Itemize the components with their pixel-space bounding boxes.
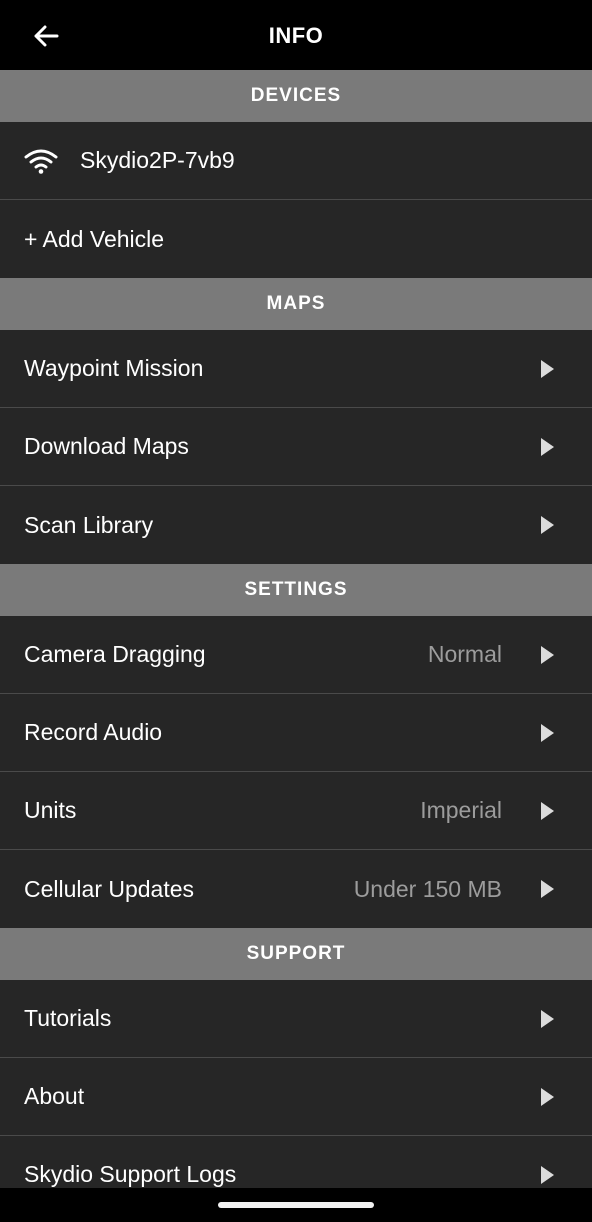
cellular-updates-value: Under 150 MB	[353, 875, 502, 902]
chevron-right-icon	[541, 1087, 554, 1106]
section-header-devices: DEVICES	[0, 70, 592, 122]
cellular-updates-label: Cellular Updates	[24, 875, 195, 902]
scan-library-row[interactable]: Scan Library	[0, 486, 592, 564]
tutorials-row[interactable]: Tutorials	[0, 980, 592, 1058]
support-logs-row[interactable]: Skydio Support Logs	[0, 1136, 592, 1188]
chevron-right-icon	[541, 880, 554, 898]
chevron-right-icon	[541, 1165, 554, 1184]
support-logs-label: Skydio Support Logs	[24, 1161, 237, 1187]
camera-dragging-row[interactable]: Camera Dragging Normal	[0, 616, 592, 694]
units-row[interactable]: Units Imperial	[0, 772, 592, 850]
waypoint-mission-row[interactable]: Waypoint Mission	[0, 330, 592, 408]
chevron-right-icon	[541, 1009, 554, 1028]
camera-dragging-value: Normal	[427, 641, 502, 667]
units-label: Units	[24, 797, 77, 823]
add-vehicle-button[interactable]: + Add Vehicle	[0, 200, 592, 278]
section-header-maps: MAPS	[0, 278, 592, 330]
home-indicator[interactable]	[218, 1202, 374, 1208]
top-app-bar: INFO	[0, 0, 592, 70]
page-title: INFO	[268, 23, 324, 48]
scan-library-label: Scan Library	[24, 511, 154, 538]
chevron-right-icon	[541, 516, 554, 534]
chevron-right-icon	[541, 359, 554, 378]
device-row[interactable]: Skydio2P-7vb9	[0, 122, 592, 200]
device-name: Skydio2P-7vb9	[80, 147, 235, 173]
wifi-icon	[24, 146, 58, 176]
chevron-right-icon	[541, 723, 554, 742]
system-navigation-bar	[0, 1188, 592, 1222]
tutorials-label: Tutorials	[24, 1005, 112, 1031]
record-audio-row[interactable]: Record Audio	[0, 694, 592, 772]
about-row[interactable]: About	[0, 1058, 592, 1136]
chevron-right-icon	[541, 437, 554, 456]
section-header-settings: SETTINGS	[0, 564, 592, 616]
download-maps-label: Download Maps	[24, 433, 189, 459]
record-audio-label: Record Audio	[24, 719, 163, 745]
cellular-updates-row[interactable]: Cellular Updates Under 150 MB	[0, 850, 592, 928]
waypoint-mission-label: Waypoint Mission	[24, 355, 204, 381]
download-maps-row[interactable]: Download Maps	[0, 408, 592, 486]
settings-list[interactable]: DEVICES Skydio2P-7vb9 + Add Vehicle MAPS…	[0, 70, 592, 1188]
camera-dragging-label: Camera Dragging	[24, 641, 206, 667]
chevron-right-icon	[541, 645, 554, 664]
section-header-support: SUPPORT	[0, 928, 592, 980]
chevron-right-icon	[541, 801, 554, 820]
units-value: Imperial	[420, 797, 502, 823]
about-label: About	[24, 1083, 85, 1109]
add-vehicle-label: + Add Vehicle	[24, 225, 165, 252]
